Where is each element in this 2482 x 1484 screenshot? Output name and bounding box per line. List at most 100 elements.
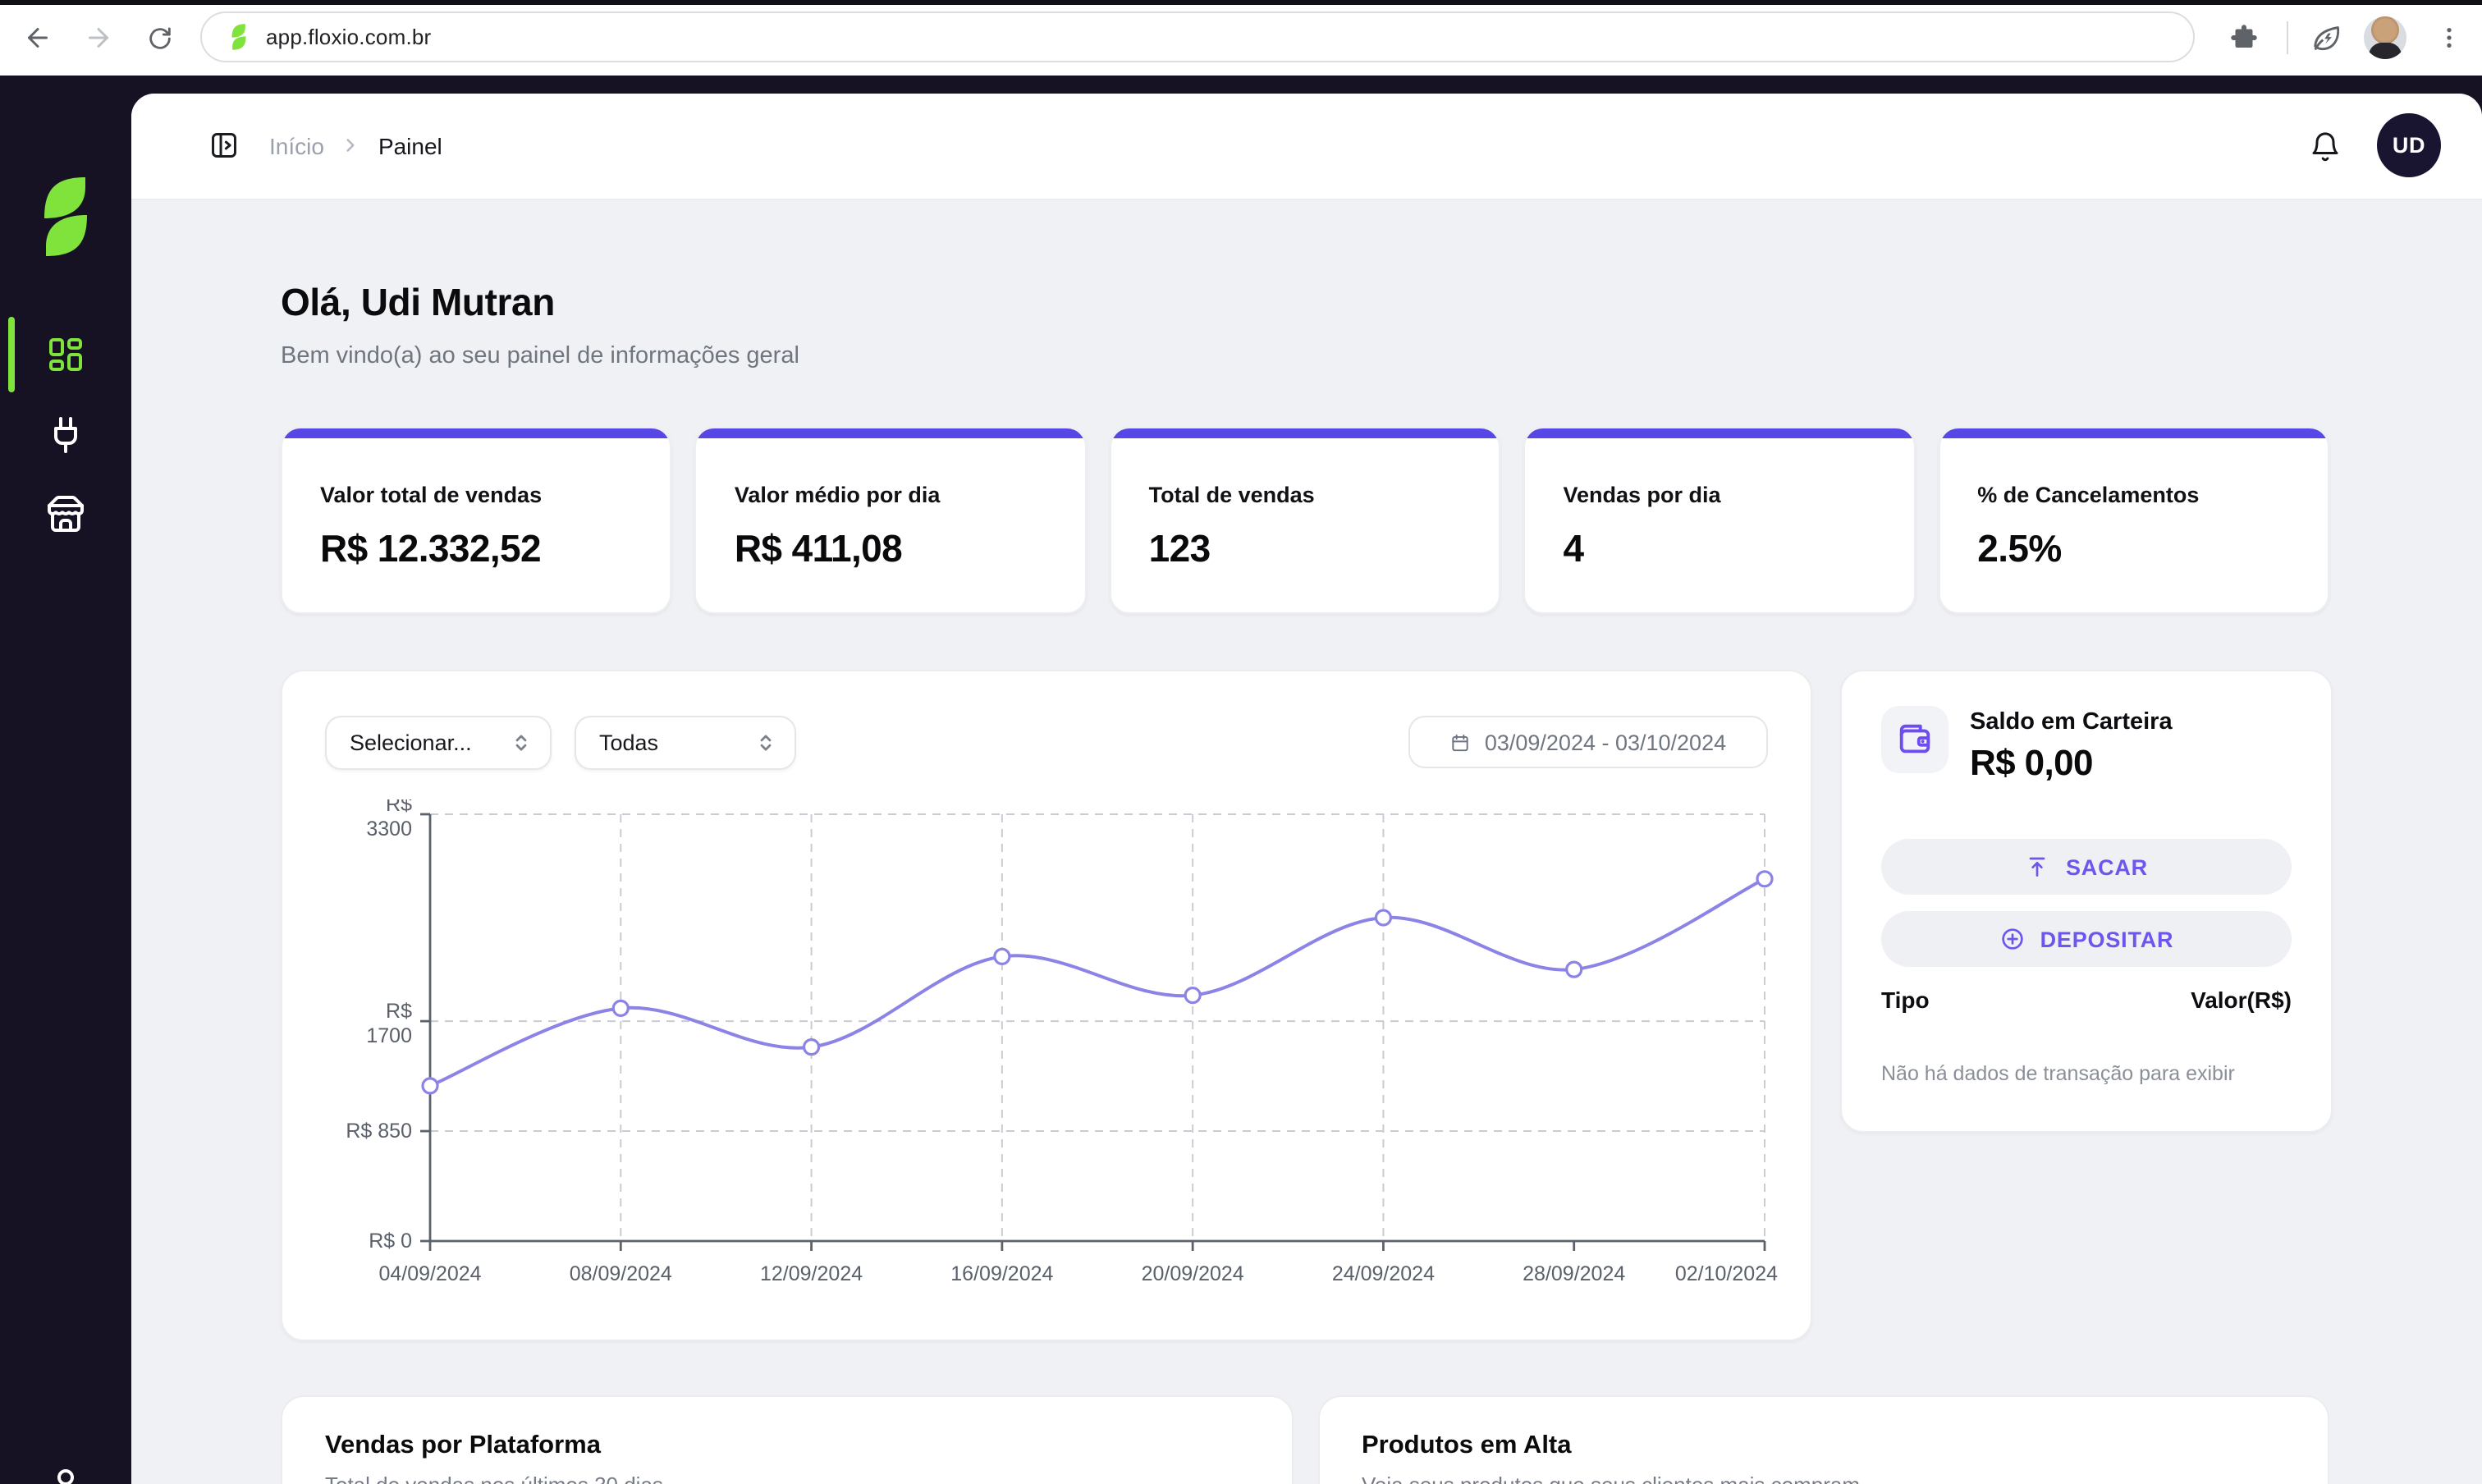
stats-row: Valor total de vendas R$ 12.332,52 Valor…: [281, 427, 2329, 614]
circle-plus-icon: [1999, 926, 2026, 952]
svg-text:24/09/2024: 24/09/2024: [1332, 1262, 1435, 1285]
browser-profile-avatar[interactable]: [2364, 16, 2406, 59]
app-header: Início Painel UD: [131, 94, 2482, 200]
wallet-title: Saldo em Carteira: [1970, 709, 2173, 735]
stat-accent-bar: [697, 428, 1085, 438]
bottom-cards-row: Vendas por Plataforma Total de vendas no…: [281, 1395, 2329, 1484]
app-window: Início Painel UD Olá, Udi Mutran Bem vin…: [131, 94, 2482, 1484]
stat-label: % de Cancelamentos: [1977, 483, 2199, 507]
extensions-puzzle-icon[interactable]: [2226, 20, 2262, 56]
store-icon: [46, 494, 85, 534]
stat-value: R$ 12.332,52: [320, 527, 541, 571]
stat-card-valor-medio: Valor médio por dia R$ 411,08: [695, 427, 1087, 614]
page-title: Olá, Udi Mutran: [281, 281, 555, 325]
floxio-logo: [41, 174, 90, 259]
svg-text:R$ 850: R$ 850: [346, 1120, 412, 1143]
back-icon[interactable]: [20, 20, 56, 56]
col-tipo: Tipo: [1881, 987, 1930, 1013]
product-select-value: Selecionar...: [350, 731, 472, 755]
wallet-icon: [1896, 721, 1934, 758]
svg-text:08/09/2024: 08/09/2024: [570, 1262, 672, 1285]
toolbar-divider: [2287, 21, 2288, 54]
svg-text:20/09/2024: 20/09/2024: [1142, 1262, 1244, 1285]
plug-icon: [46, 415, 85, 455]
svg-text:12/09/2024: 12/09/2024: [760, 1262, 863, 1285]
sidebar-item-dashboard[interactable]: [46, 335, 85, 374]
chevrons-up-down-icon: [509, 731, 533, 755]
stat-label: Valor total de vendas: [320, 483, 542, 507]
stat-label: Valor médio por dia: [735, 483, 941, 507]
stat-value: 2.5%: [1977, 527, 2061, 571]
sales-line-chart[interactable]: R$ 0 R$ 850 R$1700 R$3300 04/09/2024 08/09/20…: [315, 799, 1778, 1308]
breadcrumb-painel: Painel: [378, 132, 442, 158]
floxio-favicon: [227, 23, 251, 51]
deposit-button[interactable]: DEPOSITAR: [1881, 911, 2292, 967]
page-subtitle: Bem vindo(a) ao seu painel de informaçõe…: [281, 343, 799, 369]
stat-label: Vendas por dia: [1563, 483, 1720, 507]
calendar-icon: [1450, 731, 1472, 753]
svg-text:R$ 0: R$ 0: [369, 1230, 412, 1253]
stat-accent-bar: [1939, 428, 2328, 438]
transactions-empty-message: Não há dados de transação para exibir: [1881, 1062, 2235, 1085]
status-select-value: Todas: [599, 731, 658, 755]
withdraw-button[interactable]: SACAR: [1881, 839, 2292, 895]
product-select[interactable]: Selecionar...: [325, 716, 552, 770]
sidebar-item-account[interactable]: [46, 1466, 85, 1484]
vendas-plataforma-card: Vendas por Plataforma Total de vendas no…: [281, 1395, 1293, 1484]
main-content: Olá, Udi Mutran Bem vindo(a) ao seu pain…: [131, 199, 2482, 1484]
svg-text:R$3300: R$3300: [366, 799, 412, 840]
stat-value: R$ 411,08: [735, 527, 902, 571]
svg-text:16/09/2024: 16/09/2024: [950, 1262, 1053, 1285]
stat-card-total-vendas: Total de vendas 123: [1110, 427, 1501, 614]
wallet-balance: R$ 0,00: [1970, 742, 2093, 785]
wallet-card: Saldo em Carteira R$ 0,00 SACAR DEPOSITA…: [1840, 670, 2333, 1133]
stat-accent-bar: [282, 428, 671, 438]
svg-text:R$1700: R$1700: [366, 1000, 412, 1047]
sales-chart-card: Selecionar... Todas 03/09/2024 - 03/10/2…: [281, 670, 1812, 1341]
deposit-label: DEPOSITAR: [2040, 927, 2174, 951]
reload-icon[interactable]: [141, 20, 177, 56]
stat-value: 123: [1149, 527, 1211, 571]
col-valor: Valor(R$): [2191, 987, 2292, 1013]
wallet-icon-tile: [1881, 706, 1949, 773]
card-title: Produtos em Alta: [1362, 1431, 1572, 1461]
stat-card-cancelamentos: % de Cancelamentos 2.5%: [1938, 427, 2329, 614]
stat-card-vendas-dia: Vendas por dia 4: [1523, 427, 1915, 614]
browser-toolbar: app.floxio.com.br: [0, 0, 2482, 76]
notifications-button[interactable]: [2292, 113, 2357, 179]
chevron-right-icon: [341, 135, 362, 156]
forward-icon[interactable]: [80, 20, 117, 56]
address-bar[interactable]: app.floxio.com.br: [200, 11, 2195, 62]
date-range-picker[interactable]: 03/09/2024 - 03/10/2024: [1408, 716, 1768, 768]
breadcrumb: Início Painel: [208, 130, 442, 161]
card-subtitle: Veja seus produtos que seus clientes mai…: [1362, 1473, 1860, 1484]
chevrons-up-down-icon: [753, 731, 778, 755]
sidebar-item-store[interactable]: [46, 494, 85, 534]
arrow-up-to-line-icon: [2025, 854, 2051, 880]
stat-value: 4: [1563, 527, 1583, 571]
bell-icon: [2307, 129, 2342, 163]
svg-text:04/09/2024: 04/09/2024: [378, 1262, 481, 1285]
svg-text:02/10/2024: 02/10/2024: [1675, 1262, 1778, 1285]
sidebar: [0, 76, 131, 1484]
svg-text:28/09/2024: 28/09/2024: [1523, 1262, 1625, 1285]
kebab-menu-icon[interactable]: [2431, 20, 2467, 56]
produtos-alta-card: Produtos em Alta Veja seus produtos que …: [1317, 1395, 2329, 1484]
sidebar-item-integrations[interactable]: [46, 415, 85, 455]
window-frame-edge: [0, 0, 2482, 5]
date-range-value: 03/09/2024 - 03/10/2024: [1485, 730, 1726, 754]
status-select[interactable]: Todas: [575, 716, 796, 770]
user-icon: [46, 1466, 85, 1484]
user-avatar[interactable]: UD: [2377, 113, 2441, 177]
url-text: app.floxio.com.br: [266, 25, 431, 49]
screen: app.floxio.com.br: [0, 0, 2482, 1484]
breadcrumb-inicio[interactable]: Início: [269, 132, 324, 158]
stat-accent-bar: [1111, 428, 1500, 438]
energy-saver-leaf-icon[interactable]: [2308, 20, 2344, 56]
panel-toggle-icon[interactable]: [208, 130, 240, 161]
stat-label: Total de vendas: [1149, 483, 1315, 507]
stat-card-valor-total: Valor total de vendas R$ 12.332,52: [281, 427, 672, 614]
card-subtitle: Total de vendas nos últimos 30 dias: [325, 1473, 663, 1484]
dashboard-icon: [46, 335, 85, 374]
withdraw-label: SACAR: [2066, 854, 2148, 879]
